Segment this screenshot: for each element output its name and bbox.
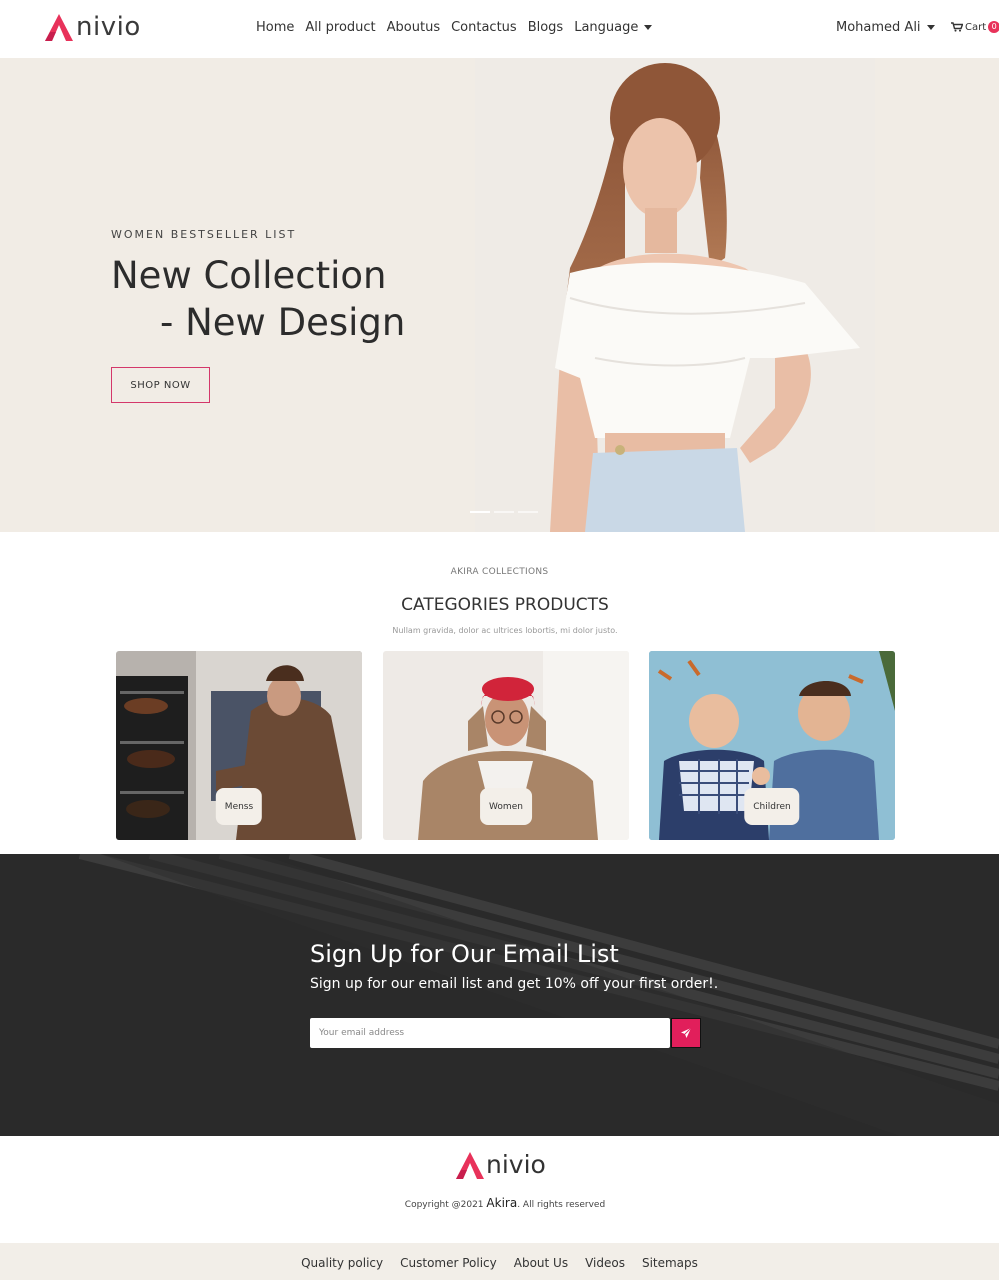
logo-a-icon (456, 1152, 484, 1179)
decorative-stripes (78, 854, 999, 1136)
footer-links: Quality policy Customer Policy About Us … (0, 1256, 999, 1270)
nav-aboutus[interactable]: Aboutus (387, 19, 440, 37)
cart-label: Cart (965, 21, 987, 33)
copyright-brand: Akira (486, 1196, 518, 1210)
category-card-men[interactable]: Menss (116, 651, 362, 840)
main-nav: Home All product Aboutus Contactus Blogs… (256, 19, 663, 37)
copyright-suffix: . All rights reserved (517, 1200, 606, 1210)
category-card-children[interactable]: Children (649, 651, 895, 840)
footer-link-about-us[interactable]: About Us (514, 1256, 568, 1270)
category-label-women: Women (480, 788, 532, 825)
brand-logo[interactable]: nivio (44, 8, 141, 42)
hero-model-image (475, 58, 875, 532)
newsletter-title: Sign Up for Our Email List (310, 940, 619, 968)
nav-all-product[interactable]: All product (305, 19, 375, 37)
newsletter-submit-button[interactable] (671, 1018, 701, 1048)
carousel-indicator[interactable] (518, 511, 538, 513)
footer-link-videos[interactable]: Videos (585, 1256, 625, 1270)
footer-brand-name: nivio (486, 1150, 546, 1179)
categories-title: CATEGORIES PRODUCTS (401, 595, 609, 615)
user-name: Mohamed Ali (836, 20, 921, 35)
shop-now-button[interactable]: SHOP NOW (111, 367, 210, 403)
user-menu[interactable]: Mohamed Ali (836, 19, 935, 37)
navbar: nivio Home All product Aboutus Contactus… (0, 0, 999, 58)
cart-count-badge: 0 (988, 21, 999, 33)
cart-button[interactable]: Cart 0 (951, 21, 999, 33)
cart-icon (951, 22, 963, 32)
category-label-men: Menss (215, 788, 263, 825)
categories-kicker: AKIRA COLLECTIONS (450, 567, 549, 577)
chevron-down-icon (926, 25, 935, 30)
footer-link-quality-policy[interactable]: Quality policy (301, 1256, 383, 1270)
hero-banner: WOMEN BESTSELLER LIST New Collection - N… (0, 58, 999, 532)
footer-logo[interactable]: nivio (455, 1150, 546, 1180)
footer-link-sitemaps[interactable]: Sitemaps (642, 1256, 698, 1270)
category-label-children: Children (744, 788, 800, 825)
paper-plane-icon (681, 1027, 692, 1038)
categories-subtitle: Nullam gravida, dolor ac ultrices lobort… (392, 626, 618, 635)
category-card-women[interactable]: Women (383, 651, 629, 840)
newsletter-section: Sign Up for Our Email List Sign up for o… (0, 854, 999, 1136)
carousel-indicators (470, 511, 538, 513)
chevron-down-icon (644, 25, 653, 30)
language-label: Language (574, 20, 639, 35)
copyright-text: Copyright @2021 Akira. All rights reserv… (0, 1196, 999, 1210)
footer-link-customer-policy[interactable]: Customer Policy (400, 1256, 497, 1270)
language-dropdown[interactable]: Language (574, 19, 653, 37)
nav-contactus[interactable]: Contactus (451, 19, 517, 37)
nav-home[interactable]: Home (256, 19, 294, 37)
email-input[interactable] (310, 1018, 670, 1048)
hero-kicker: WOMEN BESTSELLER LIST (111, 228, 297, 241)
hero-title-line1: New Collection (111, 254, 387, 297)
carousel-indicator[interactable] (494, 511, 514, 513)
logo-a-icon (45, 14, 73, 41)
nav-blogs[interactable]: Blogs (528, 19, 564, 37)
hero-title-line2: - New Design (160, 301, 406, 344)
copyright-prefix: Copyright @2021 (404, 1200, 484, 1210)
newsletter-subtitle: Sign up for our email list and get 10% o… (310, 976, 719, 992)
carousel-indicator[interactable] (470, 511, 490, 513)
brand-name: nivio (76, 12, 141, 42)
